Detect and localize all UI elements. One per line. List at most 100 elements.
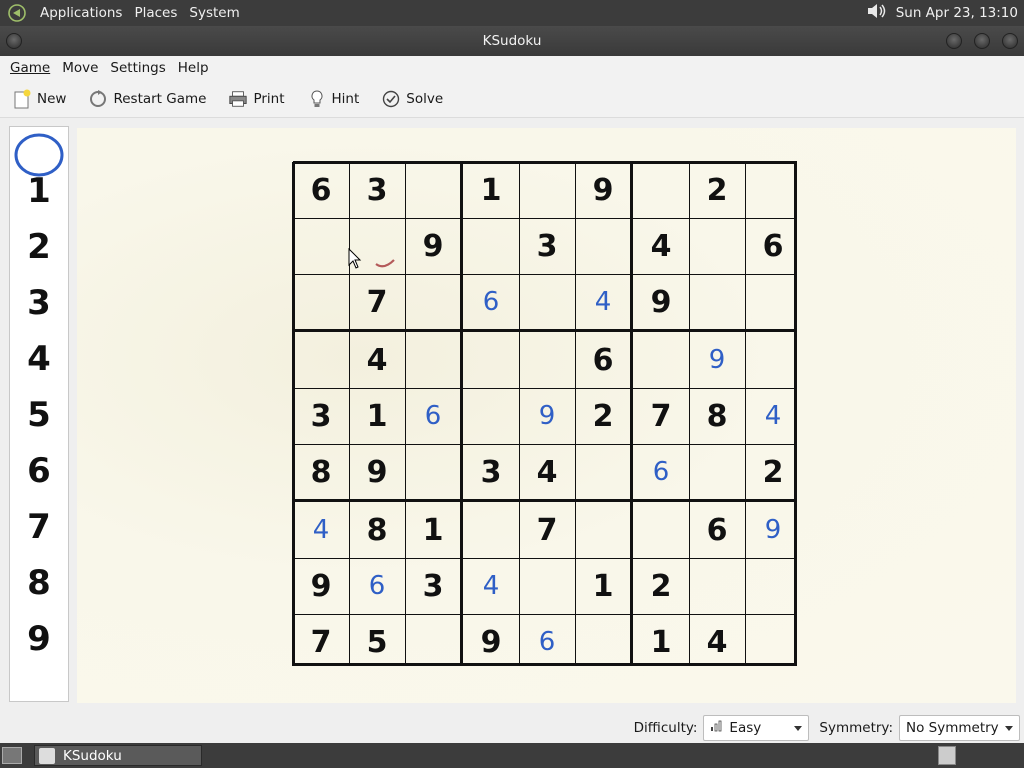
sudoku-cell-r8c4[interactable]: 4 <box>463 558 519 614</box>
sudoku-cell-r4c6[interactable]: 6 <box>575 332 631 388</box>
sudoku-cell-r5c3[interactable]: 6 <box>405 388 461 444</box>
number-button-8[interactable]: 8 <box>10 555 68 611</box>
sudoku-cell-r4c1[interactable] <box>293 332 349 388</box>
number-button-7[interactable]: 7 <box>10 499 68 555</box>
sudoku-cell-r9c3[interactable] <box>405 614 461 670</box>
sudoku-cell-r3c5[interactable] <box>519 274 575 330</box>
sudoku-cell-r9c2[interactable]: 5 <box>349 614 405 670</box>
sudoku-cell-r1c2[interactable]: 3 <box>349 162 405 218</box>
sudoku-cell-r1c3[interactable] <box>405 162 461 218</box>
sudoku-cell-r2c7[interactable]: 4 <box>633 218 689 274</box>
window-titlebar[interactable]: KSudoku <box>0 26 1024 56</box>
clock[interactable]: Sun Apr 23, 13:10 <box>896 5 1018 21</box>
sudoku-cell-r1c5[interactable] <box>519 162 575 218</box>
sudoku-cell-r7c3[interactable]: 1 <box>405 502 461 558</box>
sudoku-cell-r8c3[interactable]: 3 <box>405 558 461 614</box>
sudoku-cell-r4c7[interactable] <box>633 332 689 388</box>
sudoku-cell-r8c1[interactable]: 9 <box>293 558 349 614</box>
sudoku-cell-r6c6[interactable] <box>575 444 631 500</box>
sudoku-cell-r3c6[interactable]: 4 <box>575 274 631 330</box>
sudoku-cell-r2c3[interactable]: 9 <box>405 218 461 274</box>
sudoku-cell-r6c2[interactable]: 9 <box>349 444 405 500</box>
maximize-icon[interactable] <box>974 33 990 49</box>
sudoku-cell-r3c1[interactable] <box>293 274 349 330</box>
menu-help[interactable]: Help <box>172 60 215 76</box>
solve-button[interactable]: Solve <box>375 84 449 114</box>
number-button-3[interactable]: 3 <box>10 275 68 331</box>
sudoku-cell-r8c2[interactable]: 6 <box>349 558 405 614</box>
sudoku-cell-r2c5[interactable]: 3 <box>519 218 575 274</box>
sudoku-cell-r9c7[interactable]: 1 <box>633 614 689 670</box>
number-button-5[interactable]: 5 <box>10 387 68 443</box>
sudoku-cell-r6c4[interactable]: 3 <box>463 444 519 500</box>
sudoku-cell-r5c4[interactable] <box>463 388 519 444</box>
sudoku-cell-r5c1[interactable]: 3 <box>293 388 349 444</box>
sudoku-cell-r8c9[interactable] <box>745 558 801 614</box>
sudoku-cell-r8c6[interactable]: 1 <box>575 558 631 614</box>
sudoku-cell-r7c9[interactable]: 9 <box>745 502 801 558</box>
sudoku-cell-r6c8[interactable] <box>689 444 745 500</box>
sudoku-cell-r6c7[interactable]: 6 <box>633 444 689 500</box>
menu-move[interactable]: Move <box>56 60 104 76</box>
sudoku-cell-r5c5[interactable]: 9 <box>519 388 575 444</box>
number-button-4[interactable]: 4 <box>10 331 68 387</box>
sudoku-cell-r4c5[interactable] <box>519 332 575 388</box>
sudoku-cell-r6c1[interactable]: 8 <box>293 444 349 500</box>
sudoku-cell-r2c6[interactable] <box>575 218 631 274</box>
sudoku-cell-r7c7[interactable] <box>633 502 689 558</box>
sudoku-cell-r8c7[interactable]: 2 <box>633 558 689 614</box>
sudoku-cell-r2c4[interactable] <box>463 218 519 274</box>
gnome-foot-icon[interactable] <box>6 2 28 24</box>
sudoku-cell-r9c9[interactable] <box>745 614 801 670</box>
panel-menu-applications[interactable]: Applications <box>34 0 128 26</box>
sudoku-cell-r8c5[interactable] <box>519 558 575 614</box>
sudoku-cell-r6c9[interactable]: 2 <box>745 444 801 500</box>
sudoku-cell-r9c1[interactable]: 7 <box>293 614 349 670</box>
sudoku-cell-r1c7[interactable] <box>633 162 689 218</box>
sudoku-cell-r1c8[interactable]: 2 <box>689 162 745 218</box>
speaker-icon[interactable] <box>866 1 888 25</box>
show-desktop-icon[interactable] <box>2 747 22 764</box>
hint-button[interactable]: Hint <box>301 84 366 114</box>
minimize-icon[interactable] <box>946 33 962 49</box>
sudoku-cell-r5c6[interactable]: 2 <box>575 388 631 444</box>
sudoku-cell-r7c6[interactable] <box>575 502 631 558</box>
sudoku-cell-r4c4[interactable] <box>463 332 519 388</box>
sudoku-cell-r3c4[interactable]: 6 <box>463 274 519 330</box>
sudoku-cell-r5c8[interactable]: 8 <box>689 388 745 444</box>
sudoku-cell-r7c4[interactable] <box>463 502 519 558</box>
sudoku-cell-r4c9[interactable] <box>745 332 801 388</box>
sudoku-cell-r9c6[interactable] <box>575 614 631 670</box>
sudoku-cell-r7c8[interactable]: 6 <box>689 502 745 558</box>
restart-game-button[interactable]: Restart Game <box>82 84 212 114</box>
sudoku-cell-r1c4[interactable]: 1 <box>463 162 519 218</box>
new-button[interactable]: New <box>6 84 72 114</box>
sudoku-cell-r2c1[interactable] <box>293 218 349 274</box>
sudoku-cell-r1c9[interactable] <box>745 162 801 218</box>
symmetry-combobox[interactable]: No Symmetry <box>899 714 1020 741</box>
sudoku-cell-r1c1[interactable]: 6 <box>293 162 349 218</box>
sudoku-cell-r6c3[interactable] <box>405 444 461 500</box>
sudoku-cell-r7c2[interactable]: 8 <box>349 502 405 558</box>
sudoku-cell-r6c5[interactable]: 4 <box>519 444 575 500</box>
sudoku-cell-r2c8[interactable] <box>689 218 745 274</box>
sudoku-cell-r3c7[interactable]: 9 <box>633 274 689 330</box>
close-icon[interactable] <box>1002 33 1018 49</box>
sudoku-cell-r9c4[interactable]: 9 <box>463 614 519 670</box>
sudoku-cell-r5c7[interactable]: 7 <box>633 388 689 444</box>
sudoku-cell-r1c6[interactable]: 9 <box>575 162 631 218</box>
number-button-6[interactable]: 6 <box>10 443 68 499</box>
workspace-switcher-icon[interactable] <box>938 746 956 765</box>
panel-menu-system[interactable]: System <box>183 0 245 26</box>
window-menu-icon[interactable] <box>6 33 22 49</box>
number-button-9[interactable]: 9 <box>10 611 68 667</box>
sudoku-cell-r3c2[interactable]: 7 <box>349 274 405 330</box>
sudoku-cell-r2c9[interactable]: 6 <box>745 218 801 274</box>
sudoku-cell-r3c8[interactable] <box>689 274 745 330</box>
taskbar-item-ksudoku[interactable]: KSudoku <box>34 745 202 766</box>
sudoku-cell-r9c5[interactable]: 6 <box>519 614 575 670</box>
sudoku-cell-r4c3[interactable] <box>405 332 461 388</box>
sudoku-cell-r3c9[interactable] <box>745 274 801 330</box>
sudoku-cell-r9c8[interactable]: 4 <box>689 614 745 670</box>
sudoku-cell-r5c9[interactable]: 4 <box>745 388 801 444</box>
